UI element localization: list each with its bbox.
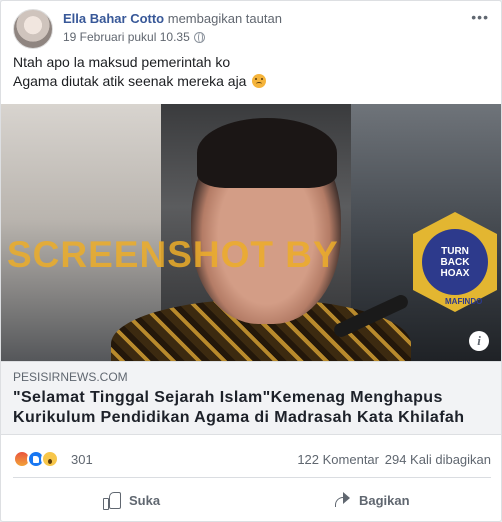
link-caption[interactable]: PESISIRNEWS.COM "Selamat Tinggal Sejarah… bbox=[1, 361, 501, 435]
like-button[interactable]: Suka bbox=[103, 486, 160, 514]
info-icon[interactable]: i bbox=[469, 331, 489, 351]
wow-reaction-icon bbox=[41, 450, 59, 468]
thumbs-up-icon bbox=[103, 491, 121, 510]
post-timestamp-link[interactable]: 19 Februari pukul 10.35 bbox=[63, 30, 190, 44]
post-text-line-content: Agama diutak atik seenak mereka aja bbox=[13, 73, 247, 89]
post-action-text: membagikan tautan bbox=[167, 11, 282, 26]
post-meta: 19 Februari pukul 10.35 bbox=[63, 30, 205, 44]
badge-text-back: BACK bbox=[440, 256, 470, 268]
author-avatar[interactable] bbox=[13, 9, 53, 49]
badge-org-name: MAFINDO bbox=[445, 297, 483, 306]
post-text-line: Agama diutak atik seenak mereka aja bbox=[13, 72, 483, 91]
screenshot-watermark: SCREENSHOT BY bbox=[7, 234, 339, 275]
frowning-face-emoji-icon bbox=[252, 74, 267, 88]
share-button[interactable]: Bagikan bbox=[333, 486, 410, 514]
author-line: Ella Bahar Cotto membagikan tautan bbox=[63, 11, 282, 26]
action-bar: Suka Bagikan bbox=[13, 477, 491, 519]
link-title[interactable]: "Selamat Tinggal Sejarah Islam"Kemenag M… bbox=[13, 388, 489, 428]
more-options-button[interactable]: ••• bbox=[471, 9, 489, 25]
feed-post-card: Ella Bahar Cotto membagikan tautan 19 Fe… bbox=[0, 0, 502, 522]
post-header: Ella Bahar Cotto membagikan tautan 19 Fe… bbox=[13, 9, 489, 49]
link-preview-image[interactable]: SCREENSHOT BY TURN BACK HOAX MAFINDO i bbox=[1, 104, 501, 361]
share-arrow-icon bbox=[333, 491, 351, 509]
reaction-icons[interactable] bbox=[13, 450, 59, 468]
reactions-count[interactable]: 301 bbox=[71, 452, 93, 467]
post-text: Ntah apo la maksud pemerintah ko Agama d… bbox=[13, 53, 483, 91]
badge-text-turn: TURN bbox=[441, 245, 469, 257]
like-button-label: Suka bbox=[129, 492, 161, 508]
share-button-label: Bagikan bbox=[359, 492, 410, 508]
globe-icon bbox=[193, 31, 205, 43]
comments-count-link[interactable]: 122 Komentar bbox=[297, 452, 379, 467]
badge-text-hoax: HOAX bbox=[440, 267, 470, 279]
link-domain: PESISIRNEWS.COM bbox=[13, 370, 128, 384]
hoax-badge-inner: TURN BACK HOAX bbox=[422, 229, 488, 295]
reactions-bar: 301 122 Komentar 294 Kali dibagikan bbox=[13, 448, 491, 470]
author-name-link[interactable]: Ella Bahar Cotto bbox=[63, 11, 164, 26]
shares-count-link[interactable]: 294 Kali dibagikan bbox=[385, 452, 491, 467]
person-hair bbox=[197, 118, 337, 188]
post-text-line: Ntah apo la maksud pemerintah ko bbox=[13, 54, 231, 70]
